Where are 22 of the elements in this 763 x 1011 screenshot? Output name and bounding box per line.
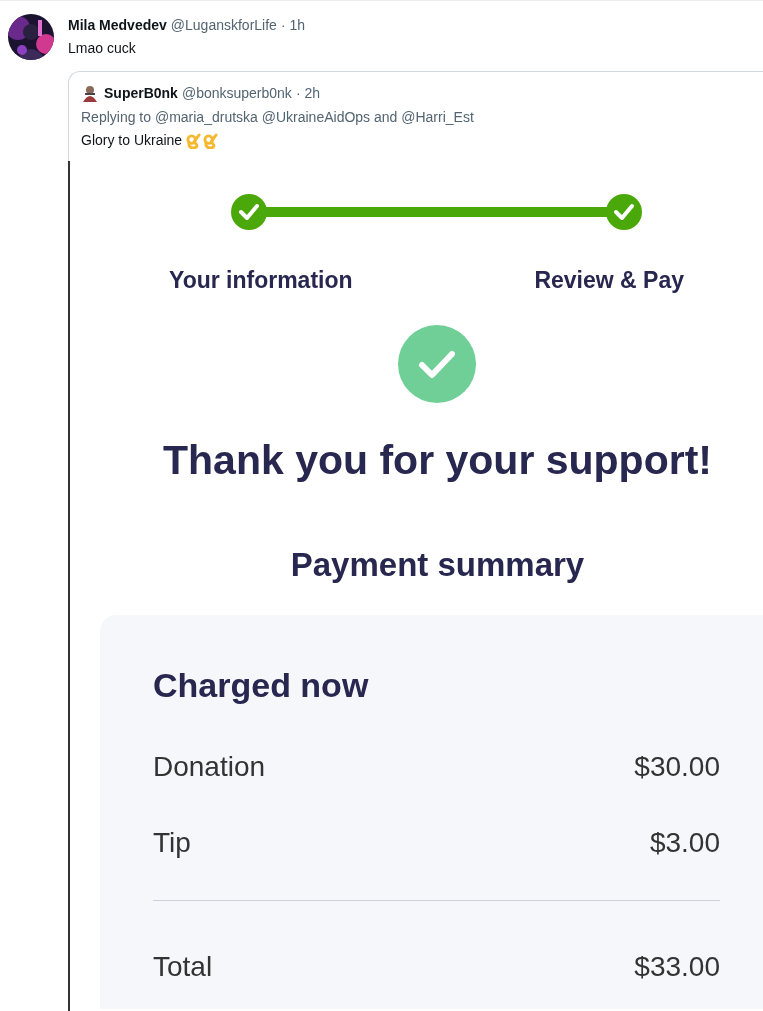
step-label: Your information: [169, 266, 353, 294]
step-label: Review & Pay: [534, 266, 684, 294]
author-name[interactable]: SuperB0nk: [104, 85, 178, 101]
line-item-amount: $30.00: [634, 750, 720, 784]
payment-summary-heading: Payment summary: [289, 545, 586, 585]
tweet-text: Lmao cuck: [68, 39, 137, 58]
replying-to-text: Replying to @maria_drutska @UkraineAidOps and @Harri_Est: [81, 108, 475, 127]
line-item-label: Tip: [153, 826, 191, 860]
post-time[interactable]: · 2h: [295, 85, 320, 101]
post-time[interactable]: · 1h: [280, 17, 305, 33]
total-label: Total: [153, 950, 213, 984]
author-name[interactable]: Mila Medvedev: [68, 17, 167, 33]
author-handle[interactable]: @bonksuperb0nk: [181, 85, 292, 101]
avatar-icon: [81, 84, 99, 102]
charged-now-title: Charged now: [153, 665, 370, 705]
success-check-icon: [398, 325, 476, 403]
total-amount: $33.00: [634, 950, 720, 984]
line-item-amount: $3.00: [649, 826, 720, 860]
tweet-text: Glory to Ukraine: [81, 131, 183, 150]
thank-you-heading: Thank you for your support!: [162, 436, 713, 485]
line-item-label: Donation: [153, 750, 266, 784]
author-handle[interactable]: @LuganskforLife: [170, 17, 277, 33]
